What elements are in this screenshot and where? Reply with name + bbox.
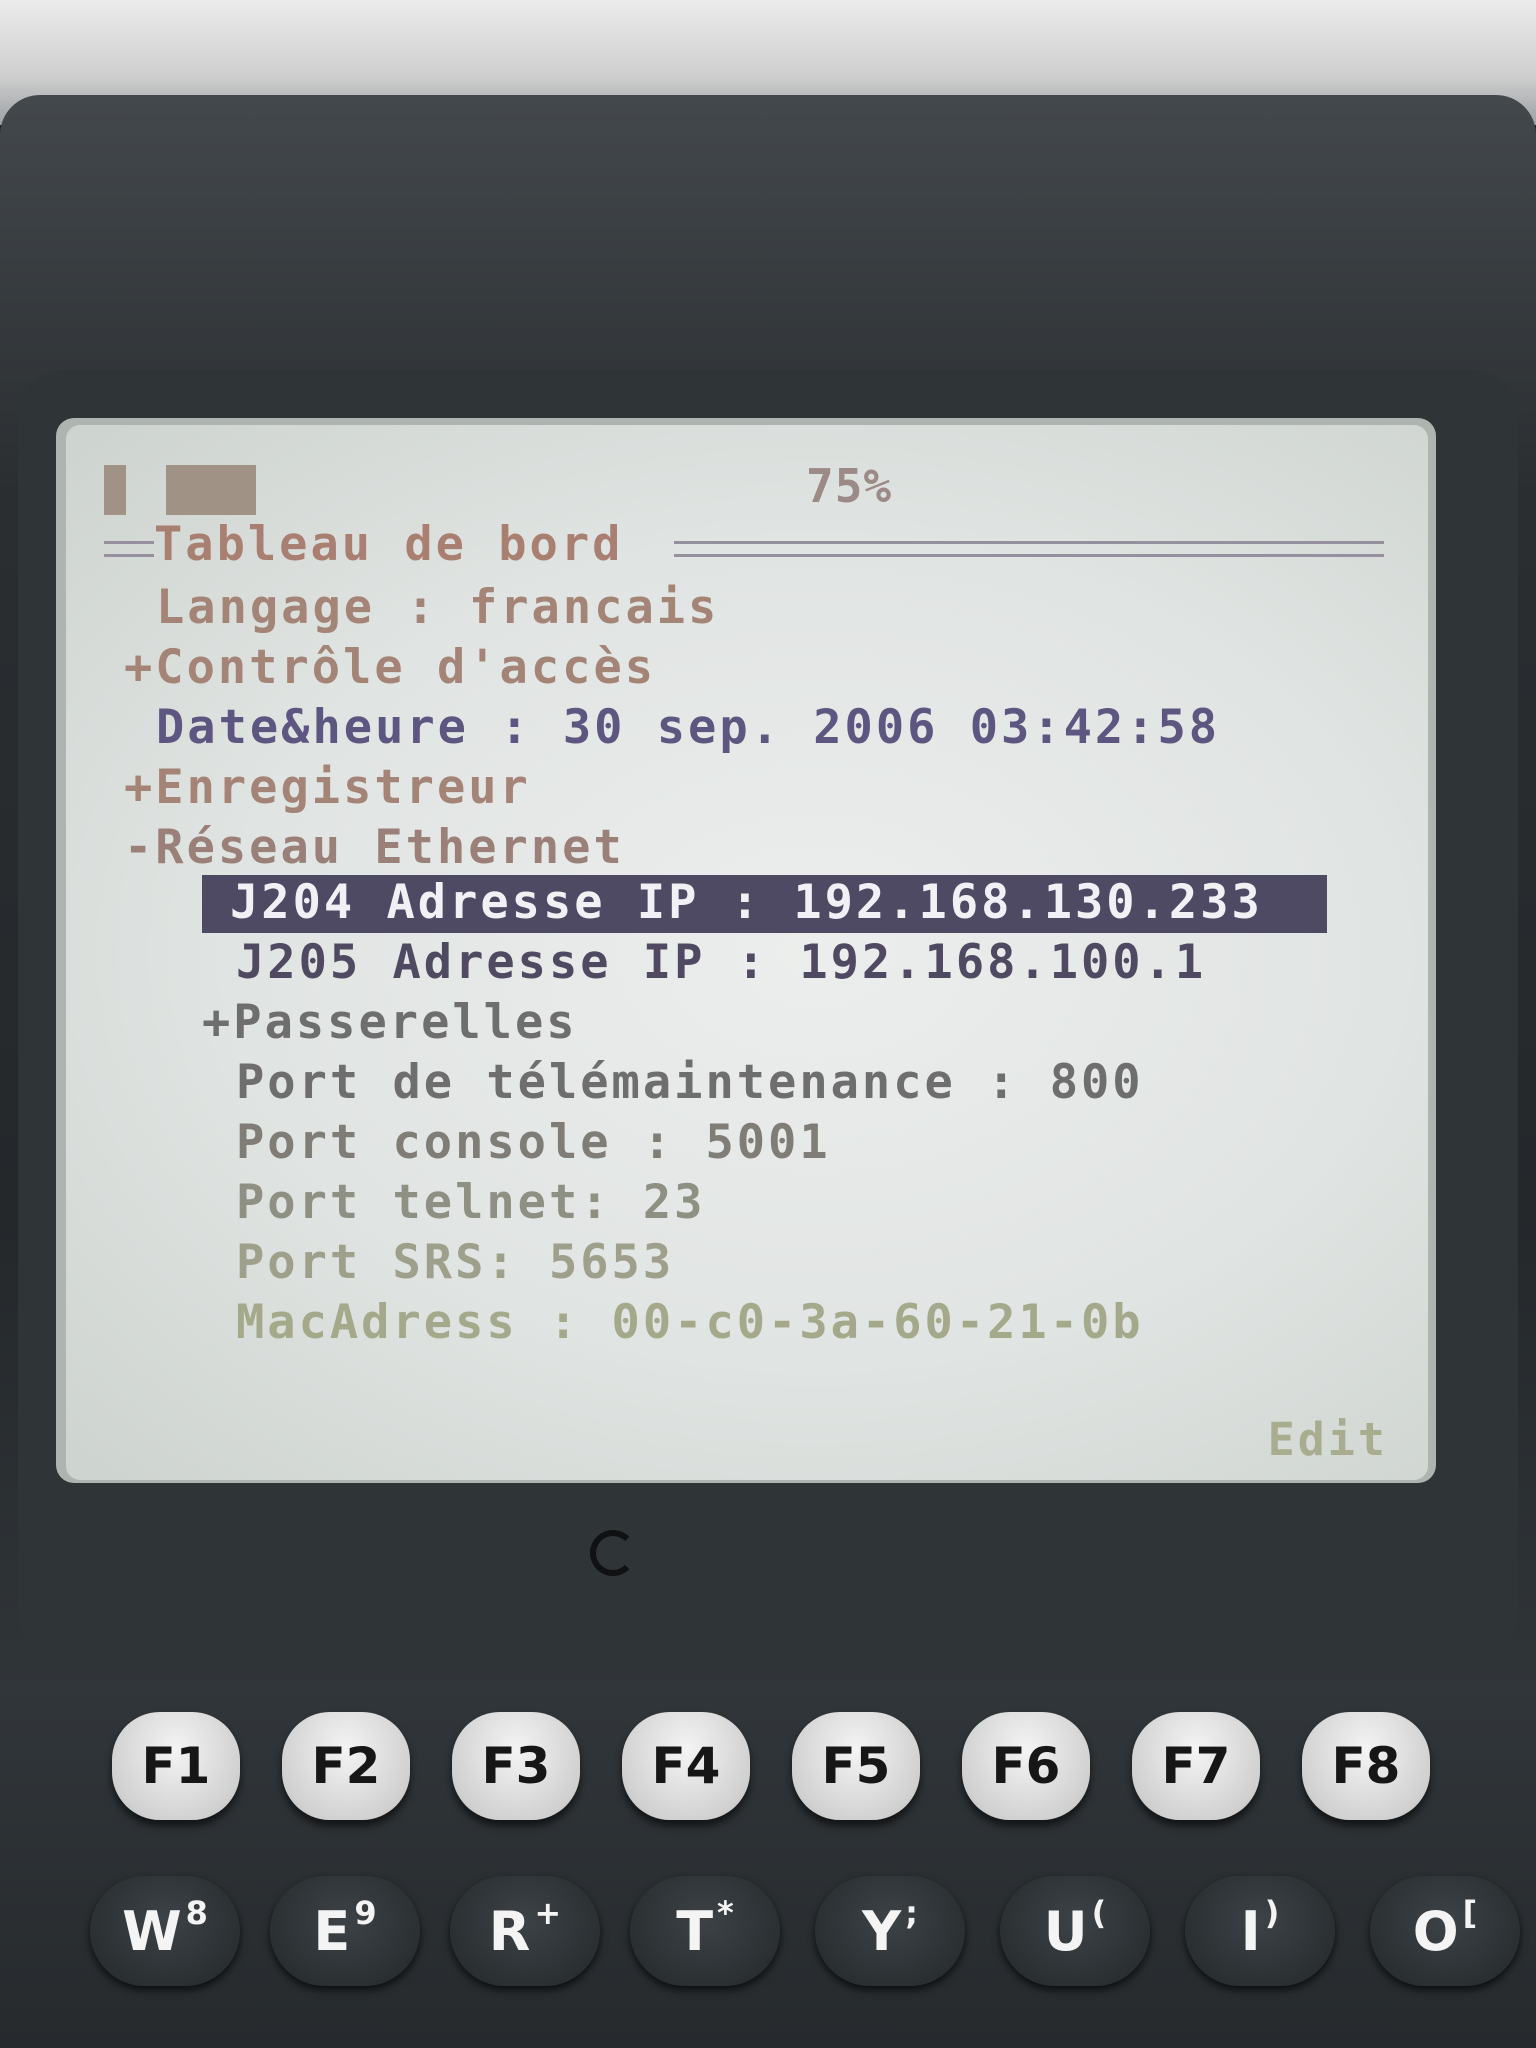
- menu-item-telnet-port[interactable]: Port telnet: 23: [236, 1175, 705, 1230]
- f5-key[interactable]: F5: [792, 1712, 920, 1820]
- e-key-alt: 9: [354, 1894, 377, 1932]
- f3-key[interactable]: F3: [452, 1712, 580, 1820]
- y-key-alt: ;: [905, 1894, 918, 1932]
- w-key-alt: 8: [185, 1894, 208, 1932]
- o-key[interactable]: O[: [1370, 1876, 1520, 1986]
- menu-title: Tableau de bord: [154, 517, 624, 572]
- brand-logo-icon: [590, 1530, 636, 1576]
- menu-item-j205-ip[interactable]: J205 Adresse IP : 192.168.100.1: [236, 935, 1206, 990]
- f1-key[interactable]: F1: [112, 1712, 240, 1820]
- menu-item-recorder[interactable]: +Enregistreur: [124, 760, 531, 815]
- menu-item-access-control[interactable]: +Contrôle d'accès: [124, 640, 656, 695]
- f2-key[interactable]: F2: [282, 1712, 410, 1820]
- t-key-alt: *: [717, 1894, 734, 1932]
- t-key-label: T: [676, 1899, 714, 1963]
- o-key-alt: [: [1462, 1894, 1478, 1932]
- battery-gauge-segment: [104, 465, 126, 515]
- battery-gauge-bar: [166, 465, 256, 515]
- t-key[interactable]: T *: [630, 1876, 780, 1986]
- r-key-label: R: [488, 1899, 531, 1963]
- f4-key[interactable]: F4: [622, 1712, 750, 1820]
- o-key-label: O: [1412, 1899, 1459, 1963]
- r-key[interactable]: R +: [450, 1876, 600, 1986]
- menu-item-language[interactable]: Langage : francais: [156, 580, 719, 635]
- r-key-alt: +: [534, 1894, 562, 1932]
- menu-item-ethernet-network[interactable]: -Réseau Ethernet: [124, 820, 625, 875]
- e-key-label: E: [313, 1899, 351, 1963]
- f8-key[interactable]: F8: [1302, 1712, 1430, 1820]
- battery-percent: 75%: [806, 459, 893, 513]
- menu-item-mac-address[interactable]: MacAdress : 00-c0-3a-60-21-0b: [236, 1295, 1144, 1350]
- u-key-alt: (: [1091, 1894, 1107, 1932]
- i-key-alt: ): [1264, 1894, 1280, 1932]
- menu-item-datetime[interactable]: Date&heure : 30 sep. 2006 03:42:58: [156, 700, 1220, 755]
- softkey-edit-label[interactable]: Edit: [1268, 1413, 1388, 1466]
- menu-item-srs-port[interactable]: Port SRS: 5653: [236, 1235, 674, 1290]
- f7-key[interactable]: F7: [1132, 1712, 1260, 1820]
- w-key-label: W: [122, 1899, 182, 1963]
- lcd-screen: 75% Tableau de bord Langage : francais +…: [66, 425, 1428, 1480]
- menu-title-row: Tableau de bord: [104, 517, 1428, 577]
- menu-item-gateways[interactable]: +Passerelles: [202, 995, 578, 1050]
- menu-item-maintenance-port[interactable]: Port de télémaintenance : 800: [236, 1055, 1144, 1110]
- e-key[interactable]: E9: [270, 1876, 420, 1986]
- i-key[interactable]: I): [1185, 1876, 1335, 1986]
- y-key[interactable]: Y;: [815, 1876, 965, 1986]
- menu-item-j204-ip[interactable]: J204 Adresse IP : 192.168.130.233: [230, 875, 1263, 930]
- f6-key[interactable]: F6: [962, 1712, 1090, 1820]
- w-key[interactable]: W8: [90, 1876, 240, 1986]
- u-key-label: U: [1043, 1899, 1088, 1963]
- title-rule-right: [674, 541, 1384, 557]
- y-key-label: Y: [862, 1899, 902, 1963]
- u-key[interactable]: U(: [1000, 1876, 1150, 1986]
- title-rule-left: [104, 541, 154, 557]
- menu-item-console-port[interactable]: Port console : 5001: [236, 1115, 831, 1170]
- i-key-label: I: [1240, 1899, 1261, 1963]
